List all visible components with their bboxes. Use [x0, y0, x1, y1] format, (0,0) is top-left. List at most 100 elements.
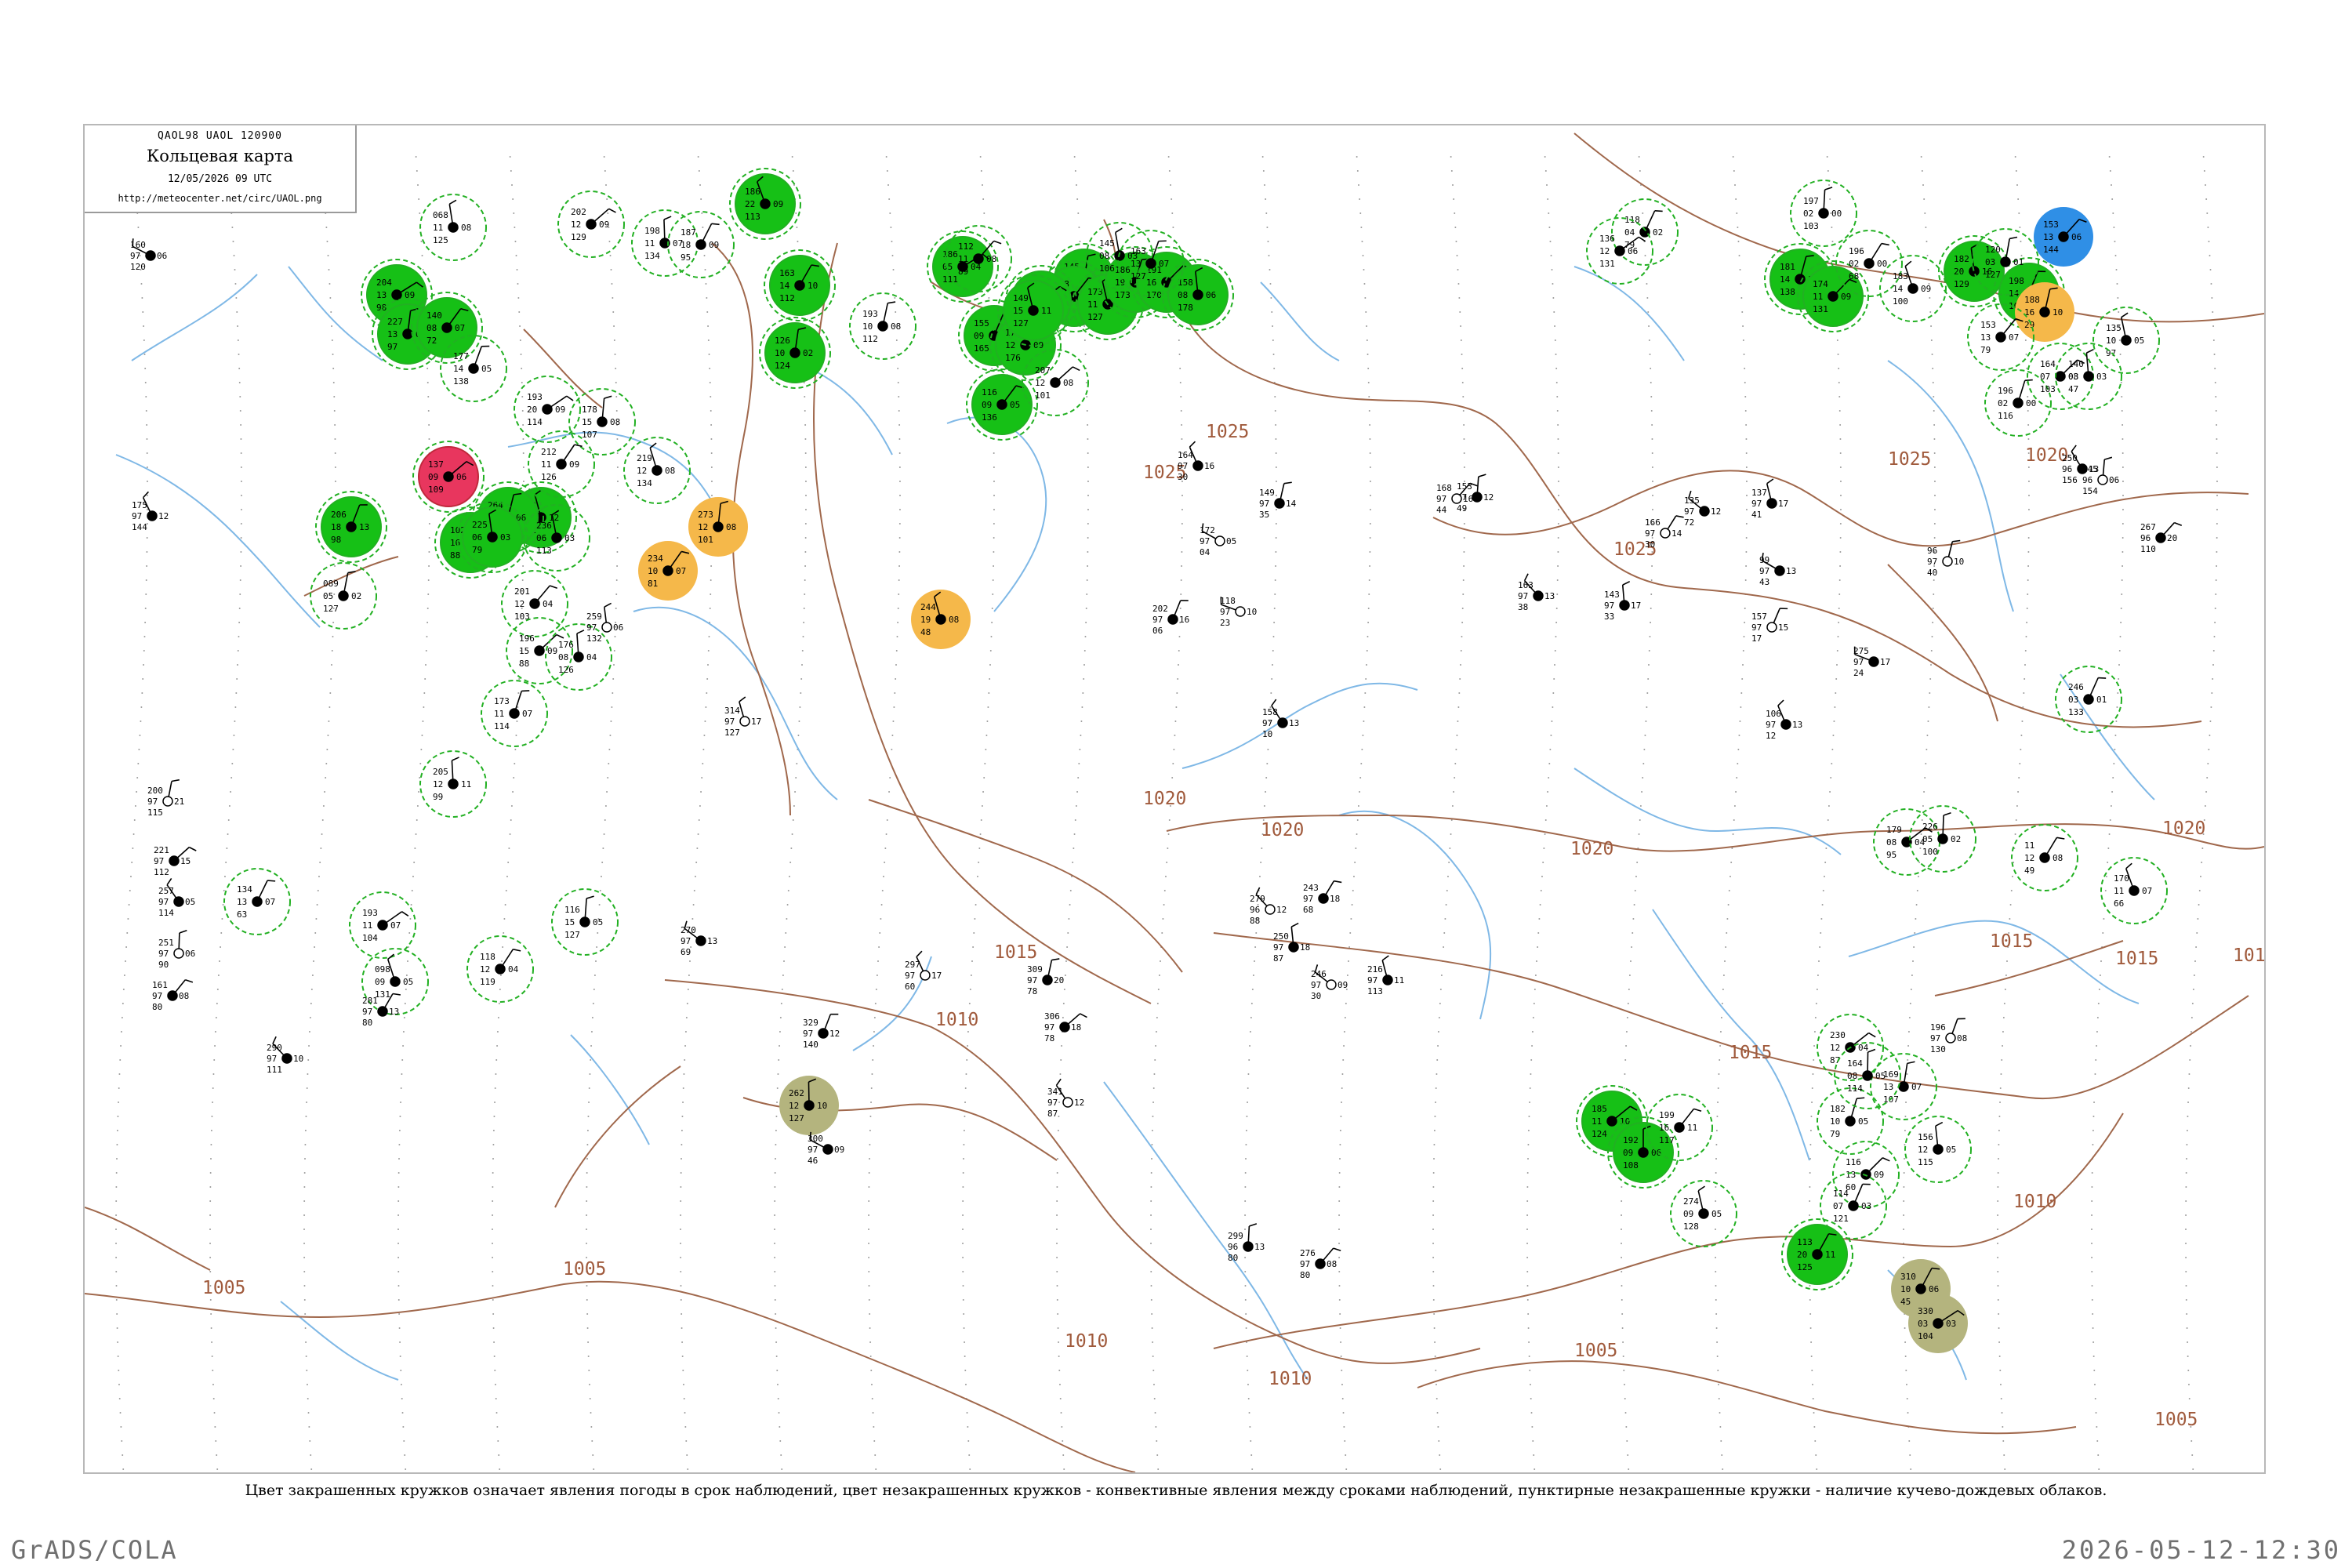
- weather-station-plot[interactable]: 116 09 05 136: [966, 368, 1038, 441]
- weather-station-plot[interactable]: 170 11 07 66: [2100, 857, 2168, 924]
- weather-station-plot[interactable]: 10697 13 12: [1766, 699, 1802, 741]
- weather-station-plot[interactable]: 330 03 03 104: [1908, 1294, 1968, 1353]
- weather-station-plot[interactable]: 234 10 07 81: [638, 541, 698, 601]
- weather-station-plot[interactable]: 11 12 08 49: [2011, 824, 2078, 891]
- weather-station-plot[interactable]: 219 12 08 134: [623, 437, 691, 504]
- weather-station-plot[interactable]: 27996 12 88: [1250, 887, 1287, 926]
- weather-station-plot[interactable]: 20297 16 06: [1152, 600, 1189, 636]
- weather-station-plot[interactable]: 31497 17 127: [724, 696, 761, 738]
- weather-station-plot[interactable]: 163 14 10 112: [764, 249, 836, 321]
- weather-station-plot[interactable]: 186 22 09 113: [729, 168, 801, 240]
- weather-station-plot[interactable]: 153 13 06 144: [2034, 207, 2093, 267]
- weather-station-plot[interactable]: 137 09 06 109: [412, 441, 485, 513]
- isobar-label: 1015: [994, 942, 1037, 963]
- weather-station-plot[interactable]: 30097 09 46: [808, 1131, 844, 1166]
- weather-station-plot[interactable]: 205 12 11 99: [419, 750, 487, 818]
- weather-station-plot[interactable]: 29996 13 80: [1228, 1223, 1265, 1263]
- weather-station-plot[interactable]: 16913 07107: [1870, 1053, 1937, 1120]
- weather-station-plot[interactable]: 26796 20 110: [2140, 521, 2183, 554]
- pressure-tendency: 104: [1918, 1331, 1933, 1341]
- weather-station-plot[interactable]: 29797 17 60: [905, 950, 942, 992]
- weather-station-plot[interactable]: 136 12 06 131: [1586, 217, 1653, 285]
- weather-station-plot[interactable]: 27097 13 69: [681, 920, 717, 957]
- weather-station-plot[interactable]: 9997 13 43: [1759, 552, 1796, 587]
- weather-station-plot[interactable]: 30697 18 78: [1044, 1011, 1087, 1044]
- weather-station-plot[interactable]: 178 15 08 107: [568, 388, 636, 456]
- weather-station-plot[interactable]: 116 15 05 127: [551, 888, 619, 956]
- weather-station-plot[interactable]: 193 20 09 114: [514, 376, 581, 443]
- weather-station-plot[interactable]: 156 12 05 115: [1904, 1116, 1972, 1183]
- pressure-tendency: 79: [1980, 345, 1991, 355]
- weather-station-plot[interactable]: 25797 05 114: [158, 877, 195, 918]
- weather-station-plot[interactable]: 17597 12 144: [132, 491, 169, 532]
- weather-station-plot[interactable]: 182 10 05 79: [1817, 1087, 1884, 1155]
- pressure-value: 270: [681, 925, 696, 935]
- cloud-cover-symbol: [1315, 1258, 1326, 1269]
- weather-station-plot[interactable]: 22197 15 112: [154, 845, 197, 877]
- weather-station-plot[interactable]: 246 03 01 133: [2055, 666, 2122, 733]
- weather-station-plot[interactable]: 193 10 08 112: [849, 292, 916, 360]
- weather-station-plot[interactable]: 21697 11 113: [1367, 955, 1404, 996]
- weather-station-plot[interactable]: 202 12 09 129: [557, 191, 625, 258]
- weather-station-plot[interactable]: 25197 06 90: [158, 929, 195, 970]
- weather-station-plot[interactable]: 24697 09 30: [1311, 964, 1348, 1001]
- weather-station-plot[interactable]: 19697 08 130: [1930, 1018, 1967, 1054]
- weather-station-plot[interactable]: 27697 08 80: [1300, 1247, 1341, 1280]
- weather-station-plot[interactable]: 11897 10 23: [1220, 596, 1257, 628]
- weather-station-plot[interactable]: 193 11 07 104: [349, 891, 416, 959]
- weather-station-plot[interactable]: 29097 10 111: [267, 1036, 303, 1075]
- weather-station-plot[interactable]: 25997 06 132: [586, 602, 623, 644]
- weather-station-plot[interactable]: 13597 12 72: [1684, 490, 1721, 528]
- weather-station-plot[interactable]: 20097 21 115: [147, 779, 184, 818]
- pressure-tendency: 90: [158, 960, 169, 970]
- weather-station-plot[interactable]: 244 19 08 48: [911, 590, 971, 649]
- weather-station-plot[interactable]: 24596 06 154: [2082, 456, 2119, 496]
- weather-station-plot[interactable]: 9697 10 40: [1927, 539, 1964, 578]
- weather-station-plot[interactable]: 113 20 11 125: [1781, 1218, 1853, 1290]
- weather-station-plot[interactable]: 32997 12 140: [803, 1013, 840, 1050]
- weather-station-plot[interactable]: 16097 06 120: [130, 238, 167, 272]
- temperature-value: 12: [637, 466, 647, 476]
- weather-station-plot[interactable]: 14397 17 33: [1604, 580, 1641, 622]
- weather-station-plot[interactable]: 197 02 00 103: [1790, 180, 1857, 247]
- dewpoint-value: 09: [1841, 292, 1851, 302]
- weather-station-plot[interactable]: 16697 14 30: [1645, 515, 1684, 550]
- weather-station-plot[interactable]: 17297 05 04: [1200, 523, 1236, 557]
- weather-station-plot[interactable]: 34197 12 87: [1047, 1078, 1084, 1119]
- weather-station-plot[interactable]: 18816 1029: [2015, 282, 2074, 342]
- weather-station-plot[interactable]: 24397 18 68: [1303, 880, 1342, 915]
- dewpoint-value: 02: [1653, 227, 1663, 238]
- weather-station-plot[interactable]: 173 11 07 114: [481, 680, 548, 747]
- weather-station-plot[interactable]: 177 14 05 138: [440, 335, 507, 402]
- pressure-value: 186: [745, 187, 760, 197]
- weather-station-plot[interactable]: 30997 20 78: [1027, 958, 1064, 996]
- pressure-tendency: 114: [527, 417, 543, 427]
- wind-barb-feather: [739, 696, 746, 702]
- cloud-cover-symbol: [147, 510, 158, 521]
- weather-station-plot[interactable]: 206 18 13 98: [315, 491, 387, 563]
- cloud-cover-symbol: [818, 1028, 829, 1039]
- weather-station-plot[interactable]: 183 14 09 100: [1879, 255, 1947, 322]
- weather-station-plot[interactable]: 15797 15 17: [1751, 608, 1788, 644]
- weather-station-plot[interactable]: 15897 13 10: [1262, 699, 1299, 739]
- weather-station-plot[interactable]: 274 09 05 128: [1670, 1180, 1737, 1247]
- weather-station-plot[interactable]: 14997 14 35: [1259, 481, 1297, 520]
- weather-station-plot[interactable]: 068 11 08 125: [419, 194, 487, 261]
- weather-station-plot[interactable]: 134 13 07 63: [223, 868, 291, 935]
- weather-station-plot[interactable]: 16497 16 30: [1178, 441, 1214, 482]
- dewpoint-value: 08: [1063, 378, 1073, 388]
- weather-station-plot[interactable]: 16397 13 38: [1518, 573, 1555, 612]
- dewpoint-value: 10: [2053, 307, 2063, 318]
- weather-station-plot[interactable]: 13510 0597: [2092, 307, 2160, 374]
- weather-station-plot[interactable]: 16197 08 80: [152, 979, 194, 1012]
- weather-station-plot[interactable]: 27597 17 24: [1853, 646, 1890, 678]
- wind-barb-feather: [2086, 348, 2094, 354]
- weather-station-plot[interactable]: 273 12 08 101: [688, 497, 748, 557]
- weather-station-plot[interactable]: 262 12 10 127: [779, 1076, 839, 1135]
- weather-station-plot[interactable]: 25097 18 87: [1273, 922, 1310, 964]
- weather-station-plot[interactable]: 089 05 02 127: [310, 562, 377, 630]
- weather-station-plot[interactable]: 20112 04103: [501, 570, 568, 637]
- synoptic-map[interactable]: 1025102510251025 102010201020102010201015…: [85, 125, 2264, 1472]
- weather-station-plot[interactable]: 118 12 04 119: [466, 935, 534, 1003]
- weather-station-plot[interactable]: 13797 17 41: [1751, 478, 1788, 520]
